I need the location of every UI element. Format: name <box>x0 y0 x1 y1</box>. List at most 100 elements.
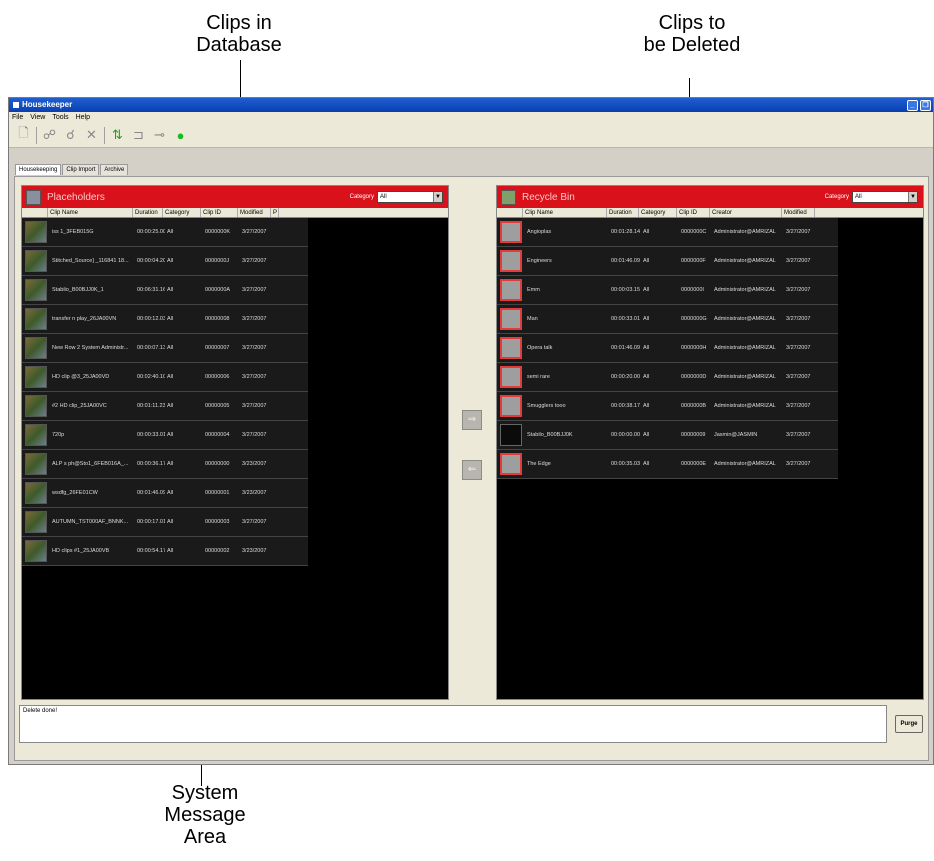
tab-clip-import[interactable]: Clip Import <box>62 164 100 175</box>
cell-duration: 00:01:46.09 <box>611 345 641 351</box>
column-category[interactable]: Category <box>639 208 677 217</box>
window-title: Housekeeper <box>22 100 73 109</box>
table-row[interactable]: Stitched_Source] _116841 18... 00:00:04.2… <box>22 247 308 276</box>
cell-duration: 00:00:03.15 <box>611 287 641 293</box>
import-icon[interactable]: ☍ <box>41 127 58 144</box>
cell-name: Engineers <box>527 258 552 264</box>
cell-category: All <box>167 258 174 264</box>
table-row[interactable]: 720p 00:00:33.01 All 00000004 3/27/2007 <box>22 421 308 450</box>
column-modified[interactable]: Modified <box>238 208 271 217</box>
purge-button[interactable]: Purge <box>895 715 923 733</box>
recycle-bin-panel: Recycle Bin Category All ▼ Clip Name Dura… <box>496 185 924 700</box>
table-row[interactable]: Man 00:00:33.01 All 0000000G Administrator@A… <box>497 305 838 334</box>
cell-category: All <box>643 316 650 322</box>
column-p[interactable]: P <box>271 208 279 217</box>
cell-category: All <box>167 432 174 438</box>
table-row[interactable]: Emm 00:00:03.15 All 0000000I Administrator@A… <box>497 276 838 305</box>
chevron-down-icon[interactable]: ▼ <box>433 192 442 202</box>
menu-tools[interactable]: Tools <box>52 112 68 123</box>
cell-category: All <box>643 461 650 467</box>
menu-view[interactable]: View <box>30 112 45 123</box>
table-row[interactable]: semi rare 00:00:20.00 All 0000000D Administr… <box>497 363 838 392</box>
export-icon[interactable]: ☌ <box>62 127 79 144</box>
category-select-value: All <box>380 194 387 200</box>
cell-id: 0000000G <box>681 316 707 322</box>
category-select-right[interactable]: All ▼ <box>852 191 918 203</box>
cell-modified: 3/27/2007 <box>786 432 811 438</box>
cell-name: Smugglers tooo <box>527 403 566 409</box>
cell-creator: Administrator@AMRIZAL <box>714 287 776 293</box>
column-clip-name[interactable]: Clip Name <box>48 208 133 217</box>
cell-category: All <box>167 316 174 322</box>
refresh-icon[interactable]: ⇅ <box>109 127 126 144</box>
placeholder-icon <box>26 189 41 205</box>
column-clip-name[interactable]: Clip Name <box>523 208 607 217</box>
table-row[interactable]: Stabilo_B00BJJ0K_1 00:06:31.16 All 0000000A… <box>22 276 308 305</box>
table-row[interactable]: The Edge 00:00:35.03 All 0000000E Administra… <box>497 450 838 479</box>
clip-thumbnail <box>25 279 47 301</box>
cell-category: All <box>167 287 174 293</box>
cell-category: All <box>167 461 174 467</box>
cell-creator: Administrator@AMRIZAL <box>714 345 776 351</box>
clip-thumbnail <box>500 366 522 388</box>
column-category[interactable]: Category <box>163 208 201 217</box>
cell-category: All <box>167 229 174 235</box>
cell-id: 0000000F <box>681 258 706 264</box>
move-icon[interactable]: ⊐ <box>130 127 147 144</box>
table-row[interactable]: transfer n play_26JA00VN 00:00:12.03 All 00… <box>22 305 308 334</box>
cell-duration: 00:00:33.01 <box>611 316 641 322</box>
table-row[interactable]: New Row 2 System Administr... 00:00:07.13… <box>22 334 308 363</box>
table-row[interactable]: #2 HD clip_25JA00VC 00:01:11.23 All 0000000… <box>22 392 308 421</box>
table-row[interactable]: wsdfg_26FE01CW 00:01:46.09 All 00000001 3/23… <box>22 479 308 508</box>
column-clip-id[interactable]: Clip ID <box>677 208 710 217</box>
cell-id: 00000007 <box>205 345 230 351</box>
delete-icon[interactable]: ✕ <box>83 127 100 144</box>
cell-name: Stitched_Source] _116841 18... <box>52 258 129 264</box>
table-row[interactable]: Angioplas 00:01:28.14 All 0000000C Administr… <box>497 218 838 247</box>
category-select-left[interactable]: All ▼ <box>377 191 443 203</box>
cell-modified: 3/27/2007 <box>242 258 267 264</box>
column-creator[interactable]: Creator <box>710 208 782 217</box>
cell-modified: 3/27/2007 <box>242 287 267 293</box>
minimize-button[interactable]: _ <box>907 99 918 111</box>
cell-id: 00000001 <box>205 490 230 496</box>
tab-archive[interactable]: Archive <box>100 164 129 175</box>
table-row[interactable]: iss 1_3FEB015G 00:00:25.00 All 0000000K 3/27… <box>22 218 308 247</box>
cell-duration: 00:00:00.00 <box>611 432 641 438</box>
cell-name: The Edge <box>527 461 551 467</box>
column-duration[interactable]: Duration <box>133 208 163 217</box>
table-row[interactable]: AUTUMN_TST000AF_BNNK... 00:00:17.01 All 000… <box>22 508 308 537</box>
table-row[interactable]: ALP s ph@Sto1_6FEB016A_... 00:00:36.17 All… <box>22 450 308 479</box>
column-clip-id[interactable]: Clip ID <box>201 208 238 217</box>
cell-id: 00000009 <box>681 432 706 438</box>
category-select-value: All <box>855 194 862 200</box>
table-row[interactable]: Stabilo_B00BJJ0K 00:00:00.00 All 00000009 Ja… <box>497 421 838 450</box>
clip-thumbnail <box>500 221 522 243</box>
move-to-recycle-button[interactable]: ⇒ <box>462 410 482 430</box>
table-row[interactable]: Smugglers tooo 00:00:38.17 All 0000000B Admi… <box>497 392 838 421</box>
menu-file[interactable]: File <box>12 112 23 123</box>
cell-category: All <box>643 432 650 438</box>
cell-creator: Administrator@AMRIZAL <box>714 316 776 322</box>
menu-help[interactable]: Help <box>76 112 90 123</box>
table-row[interactable]: HD clip @3_25JA00VD 00:02:40.10 All 0000000… <box>22 363 308 392</box>
clip-thumbnail <box>25 221 47 243</box>
clip-thumbnail <box>25 337 47 359</box>
clip-thumbnail <box>500 395 522 417</box>
column-duration[interactable]: Duration <box>607 208 639 217</box>
table-row[interactable]: Opera talk 00:01:46.09 All 0000000H Administ… <box>497 334 838 363</box>
connect-status-icon[interactable]: ● <box>172 127 189 144</box>
cell-duration: 00:00:54.17 <box>137 548 165 554</box>
tab-housekeeping[interactable]: Housekeeping <box>15 164 62 175</box>
table-row[interactable]: Engineers 00:01:46.09 All 0000000F Administr… <box>497 247 838 276</box>
record-icon[interactable]: ⊸ <box>151 127 168 144</box>
new-document-icon[interactable]: 🗋 <box>15 125 32 144</box>
chevron-down-icon[interactable]: ▼ <box>908 192 917 202</box>
column-modified[interactable]: Modified <box>782 208 815 217</box>
restore-button[interactable]: ❐ <box>920 99 931 111</box>
placeholders-panel: Placeholders Category All ▼ Clip Name Dur… <box>21 185 449 700</box>
cell-duration: 00:00:35.03 <box>611 461 641 467</box>
restore-from-recycle-button[interactable]: ⇐ <box>462 460 482 480</box>
table-row[interactable]: HD clips #1_25JA00VB 00:00:54.17 All 000000… <box>22 537 308 566</box>
clip-thumbnail <box>25 395 47 417</box>
